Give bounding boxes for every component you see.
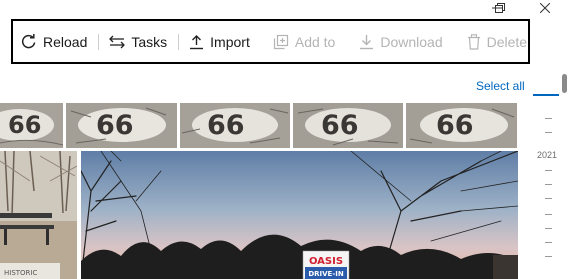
add-to-button[interactable]: Add to bbox=[273, 21, 335, 62]
select-all-link[interactable]: Select all bbox=[476, 79, 525, 93]
road-marking-image: 66 bbox=[406, 103, 517, 148]
timeline-tick bbox=[545, 228, 552, 229]
sunset-drive-in-image: OASIS DRIVE-IN bbox=[81, 151, 518, 279]
add-to-album-icon bbox=[273, 34, 289, 50]
photo-thumbnail[interactable]: HISTORIC bbox=[0, 151, 77, 279]
road-marking-image: 66 bbox=[0, 103, 63, 148]
road-sign-text: 66 bbox=[321, 110, 359, 141]
import-label: Import bbox=[210, 33, 250, 50]
restore-icon bbox=[495, 3, 505, 13]
park-bench-image: HISTORIC bbox=[0, 151, 77, 279]
timeline-tick bbox=[545, 198, 552, 199]
road-sign-text: 66 bbox=[436, 110, 474, 141]
command-toolbar: Reload Tasks Import Add to Download Dele… bbox=[11, 19, 530, 64]
restore-button[interactable] bbox=[477, 0, 523, 16]
timeline-tick bbox=[545, 256, 552, 257]
photo-thumbnail[interactable]: 66 bbox=[406, 103, 517, 148]
photo-thumbnail[interactable]: OASIS DRIVE-IN bbox=[81, 151, 518, 279]
timeline-year-label: 2021 bbox=[537, 150, 558, 160]
photo-thumbnail[interactable]: 66 bbox=[180, 103, 290, 148]
timeline-tick bbox=[545, 242, 552, 243]
road-marking-image: 66 bbox=[293, 103, 403, 148]
reload-label: Reload bbox=[43, 33, 88, 50]
drive-in-sign-line1: OASIS bbox=[309, 256, 343, 267]
toolbar-divider bbox=[98, 33, 100, 50]
tasks-icon bbox=[109, 34, 126, 50]
delete-button[interactable]: Delete bbox=[467, 21, 527, 62]
road-marking-image: 66 bbox=[180, 103, 290, 148]
download-button[interactable]: Download bbox=[359, 21, 443, 62]
selection-indicator bbox=[533, 94, 559, 96]
road-marking-image: 66 bbox=[66, 103, 177, 148]
bench-sign-text: HISTORIC bbox=[4, 269, 37, 277]
close-icon bbox=[540, 3, 550, 13]
tasks-button[interactable]: Tasks bbox=[109, 21, 167, 62]
reload-icon bbox=[20, 33, 37, 50]
drive-in-sign-line2: DRIVE-IN bbox=[308, 270, 344, 278]
photo-thumbnail[interactable]: 66 bbox=[293, 103, 403, 148]
import-button[interactable]: Import bbox=[189, 21, 250, 62]
timeline-scrubber[interactable]: 2021 bbox=[536, 104, 566, 279]
timeline-tick bbox=[545, 118, 552, 119]
add-to-label: Add to bbox=[294, 33, 336, 50]
toolbar-divider bbox=[178, 33, 180, 50]
road-sign-text: 66 bbox=[8, 111, 41, 139]
road-sign-text: 66 bbox=[207, 110, 245, 141]
timeline-tick bbox=[545, 132, 552, 133]
trash-icon bbox=[467, 33, 481, 50]
tasks-label: Tasks bbox=[131, 33, 168, 50]
reload-button[interactable]: Reload bbox=[20, 21, 87, 62]
upload-icon bbox=[189, 34, 204, 50]
delete-label: Delete bbox=[486, 33, 528, 50]
timeline-tick bbox=[545, 214, 552, 215]
photo-thumbnail[interactable]: 66 bbox=[66, 103, 177, 148]
scrollbar-thumb[interactable] bbox=[562, 74, 567, 93]
photo-thumbnail[interactable]: 66 bbox=[0, 103, 63, 148]
close-button[interactable] bbox=[522, 0, 568, 16]
timeline-tick bbox=[545, 184, 552, 185]
road-sign-text: 66 bbox=[96, 110, 134, 141]
download-icon bbox=[359, 34, 374, 50]
download-label: Download bbox=[380, 33, 443, 50]
timeline-tick bbox=[545, 170, 552, 171]
